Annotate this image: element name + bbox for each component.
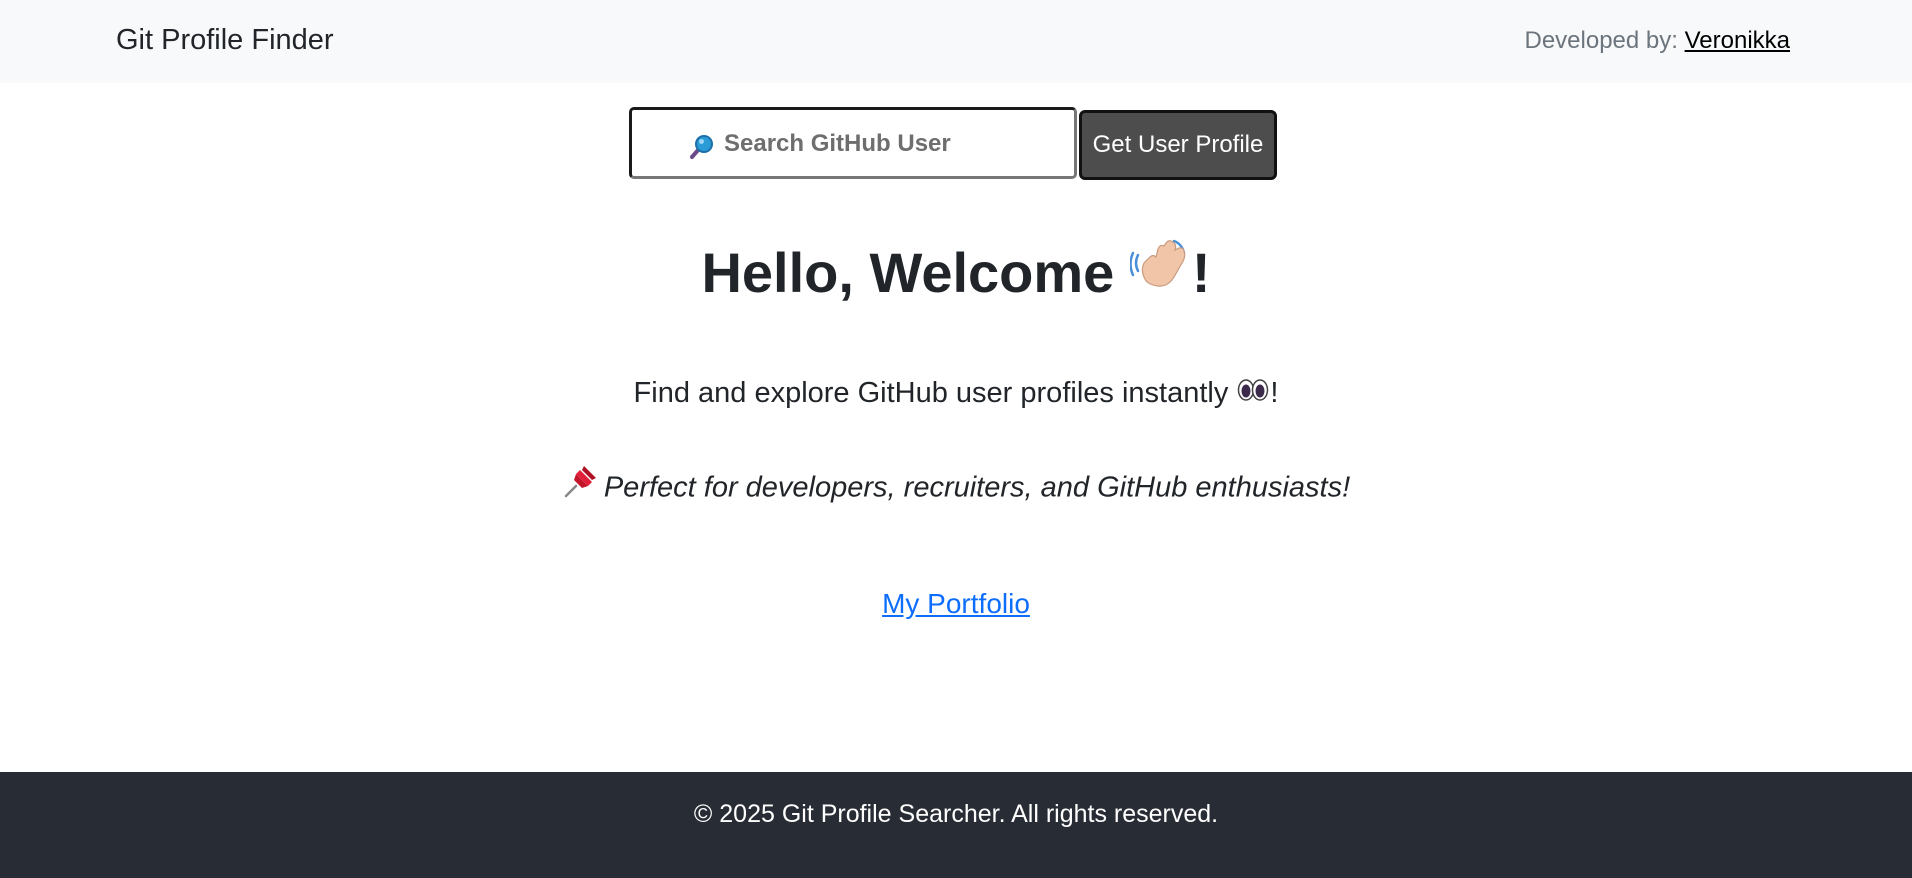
portfolio-row: My Portfolio [0, 588, 1912, 620]
perfect-for-note: Perfect for developers, recruiters, and … [0, 466, 1912, 508]
footer-copyright: © 2025 Git Profile Searcher. All rights … [693, 800, 1219, 828]
portfolio-link[interactable]: My Portfolio [882, 588, 1030, 619]
tagline: Find and explore GitHub user profiles in… [0, 377, 1912, 411]
pushpin-icon [562, 466, 604, 508]
welcome-heading: Hello, Welcome ! [0, 239, 1912, 310]
waving-hand-icon [1129, 239, 1192, 310]
developed-by-label: Developed by: [1524, 27, 1685, 54]
eyes-icon [1236, 377, 1270, 411]
welcome-suffix: ! [1191, 241, 1211, 304]
perfect-for-text: Perfect for developers, recruiters, and … [603, 471, 1351, 504]
get-user-profile-button[interactable]: Get User Profile [1079, 110, 1277, 180]
footer: © 2025 Git Profile Searcher. All rights … [0, 772, 1912, 878]
welcome-text: Hello, Welcome [701, 241, 1130, 304]
search-box[interactable] [629, 107, 1077, 179]
tagline-text: Find and explore GitHub user profiles in… [633, 377, 1237, 409]
developer-link[interactable]: Veronikka [1685, 27, 1790, 54]
brand-title[interactable]: Git Profile Finder [116, 24, 334, 57]
magnifier-icon [688, 134, 714, 160]
tagline-suffix: ! [1270, 377, 1279, 409]
navbar: Git Profile Finder Developed by: Veronik… [0, 0, 1912, 83]
search-input[interactable] [724, 124, 1064, 164]
developed-by: Developed by: Veronikka [1524, 27, 1790, 55]
